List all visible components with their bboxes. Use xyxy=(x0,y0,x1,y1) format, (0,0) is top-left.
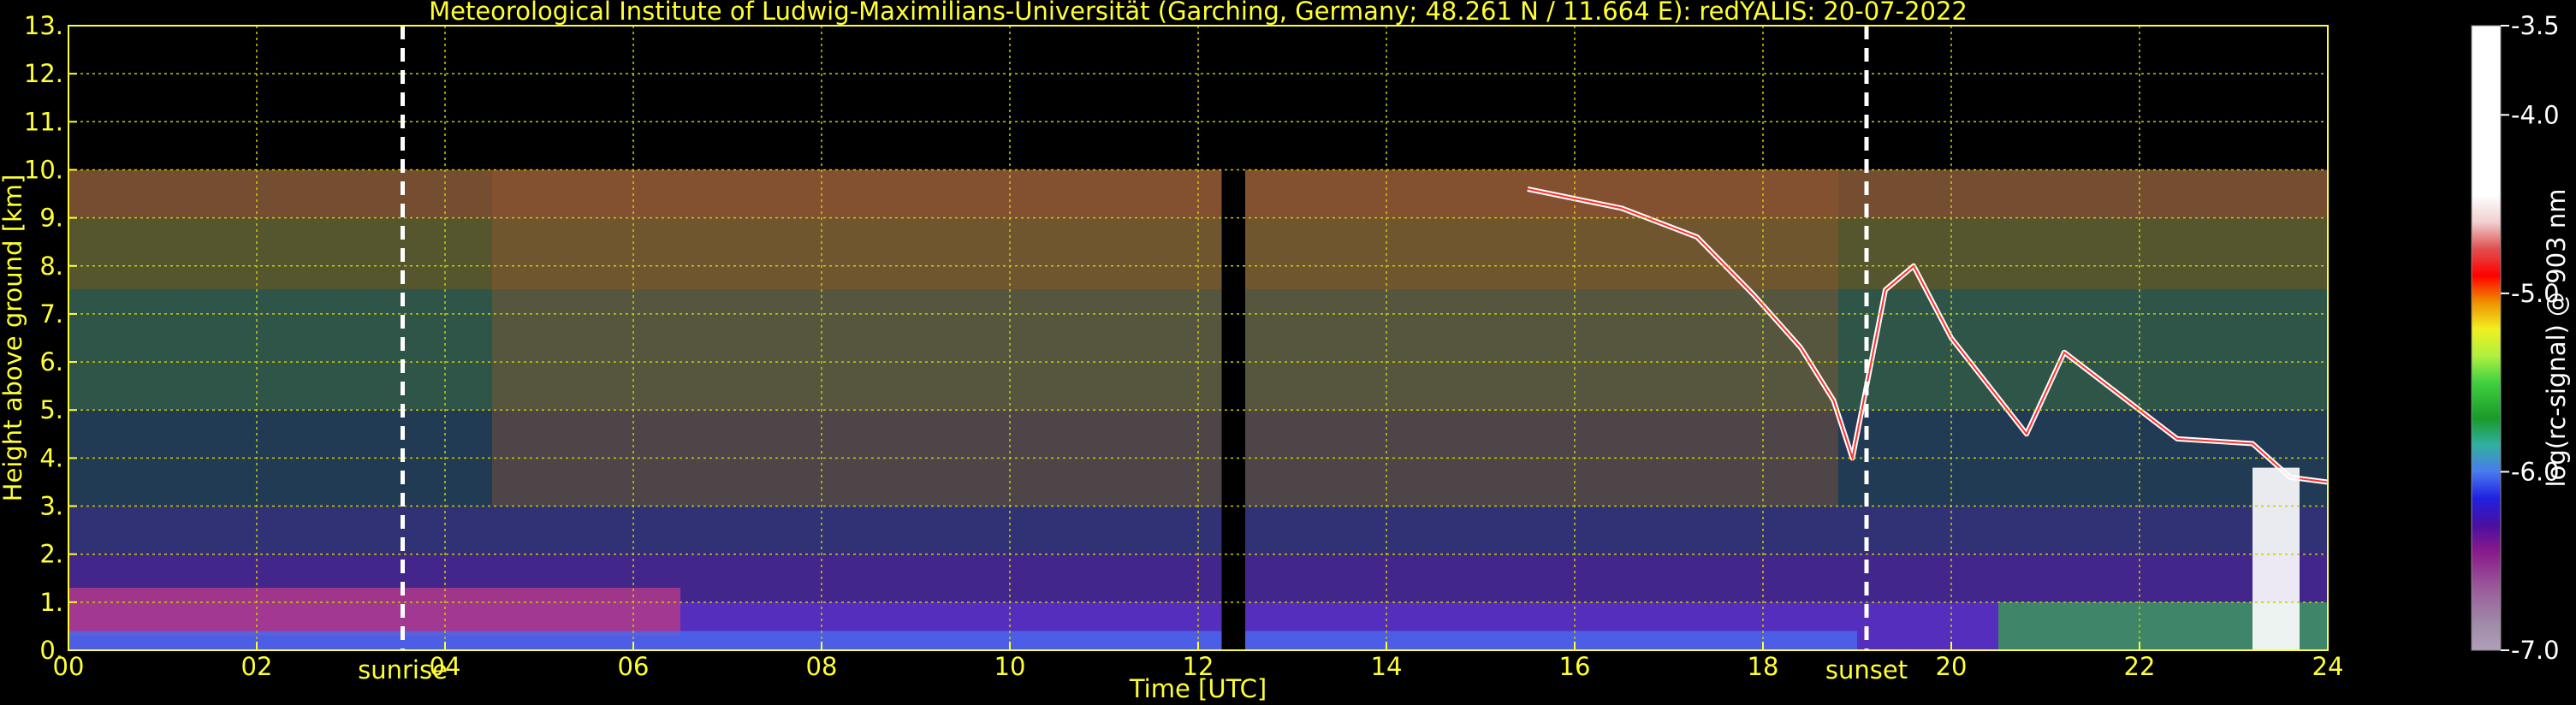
y-tick-label: 6. xyxy=(39,347,63,376)
colorbar-tick-label: -7.0 xyxy=(2511,636,2560,665)
y-tick-label: 1. xyxy=(39,588,63,617)
y-tick-label: 8. xyxy=(39,252,63,281)
colorbar xyxy=(2471,25,2502,651)
colorbar-tick-label: -4.0 xyxy=(2511,100,2560,129)
x-tick-label: 14 xyxy=(1371,652,1403,681)
x-tick-label: 02 xyxy=(241,652,273,681)
sunset-label: sunset xyxy=(1825,655,1908,684)
daytime-signal xyxy=(492,169,1838,507)
surface-layer xyxy=(68,631,1857,650)
chart-title: Meteorological Institute of Ludwig-Maxim… xyxy=(429,0,1968,26)
low-cloud xyxy=(2253,467,2300,650)
x-tick-label: 10 xyxy=(994,652,1026,681)
y-tick-label: 12. xyxy=(24,59,63,88)
x-tick-label: 16 xyxy=(1559,652,1591,681)
lidar-chart: Meteorological Institute of Ludwig-Maxim… xyxy=(0,0,2571,703)
y-tick-label: 13. xyxy=(24,11,63,40)
y-tick-label: 0. xyxy=(39,636,63,665)
colorbar-label: log(rc-signal) @ 903 nm xyxy=(2542,189,2571,488)
x-tick-label: 24 xyxy=(2312,652,2344,681)
x-tick-label: 20 xyxy=(1936,652,1968,681)
y-tick-label: 10. xyxy=(24,155,63,184)
x-axis-label: Time [UTC] xyxy=(1129,674,1267,703)
y-tick-label: 4. xyxy=(39,443,63,472)
colorbar-tick-label: -3.5 xyxy=(2511,11,2560,40)
x-tick-label: 08 xyxy=(806,652,838,681)
y-tick-label: 3. xyxy=(39,492,63,521)
x-tick-label: 06 xyxy=(618,652,650,681)
y-tick-label: 9. xyxy=(39,204,63,233)
y-tick-label: 5. xyxy=(39,395,63,424)
x-tick-label: 04 xyxy=(430,652,461,681)
y-tick-label: 11. xyxy=(24,107,63,136)
residual-layer xyxy=(68,588,680,637)
x-tick-label: 18 xyxy=(1748,652,1779,681)
y-tick-label: 7. xyxy=(39,299,63,329)
x-tick-label: 22 xyxy=(2124,652,2156,681)
y-axis-label: Height above ground [km] xyxy=(0,175,27,502)
y-tick-label: 2. xyxy=(39,540,63,569)
